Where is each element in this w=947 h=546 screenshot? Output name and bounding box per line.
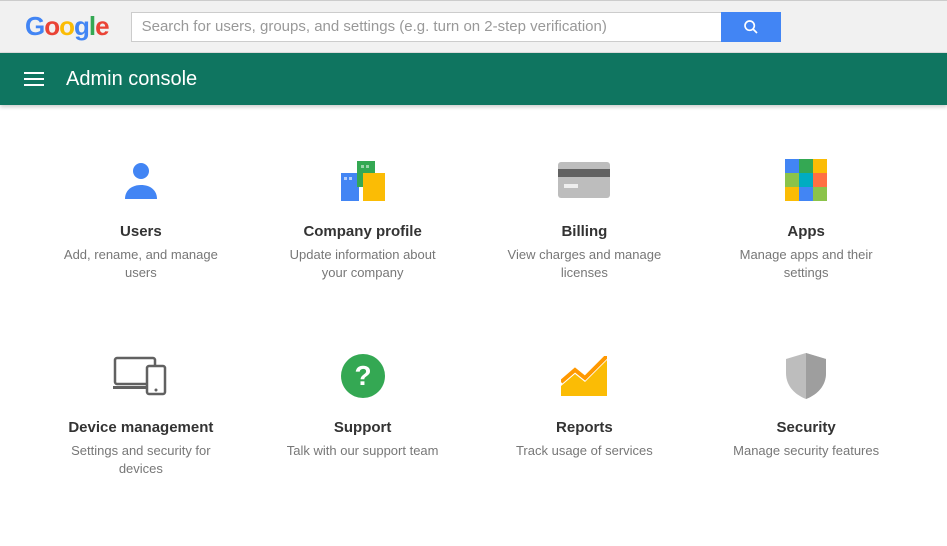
search-input[interactable] <box>131 12 721 42</box>
credit-card-icon <box>558 155 610 205</box>
card-title: Billing <box>561 223 607 240</box>
shield-icon <box>786 351 826 401</box>
card-users[interactable]: Users Add, rename, and manage users <box>40 155 242 281</box>
chart-icon <box>561 351 607 401</box>
card-title: Apps <box>787 223 825 240</box>
users-icon <box>120 155 162 205</box>
card-desc: Manage security features <box>733 442 879 460</box>
card-company-profile[interactable]: Company profile Update information about… <box>262 155 464 281</box>
svg-text:?: ? <box>354 360 371 391</box>
card-desc: Update information about your company <box>278 246 448 281</box>
card-desc: Add, rename, and manage users <box>56 246 226 281</box>
card-desc: Track usage of services <box>516 442 653 460</box>
buildings-icon <box>339 155 387 205</box>
card-title: Device management <box>68 419 213 436</box>
apps-grid-icon <box>785 155 827 205</box>
card-title: Users <box>120 223 162 240</box>
dashboard-grid: Users Add, rename, and manage users Comp… <box>0 105 947 507</box>
card-billing[interactable]: Billing View charges and manage licenses <box>484 155 686 281</box>
card-reports[interactable]: Reports Track usage of services <box>484 351 686 477</box>
card-desc: View charges and manage licenses <box>499 246 669 281</box>
card-apps[interactable]: Apps Manage apps and their settings <box>705 155 907 281</box>
nav-bar: Admin console <box>0 53 947 105</box>
devices-icon <box>113 351 169 401</box>
card-device-management[interactable]: Device management Settings and security … <box>40 351 242 477</box>
search-wrap <box>131 12 781 42</box>
page-title: Admin console <box>66 68 197 91</box>
card-title: Security <box>777 419 836 436</box>
card-support[interactable]: ? Support Talk with our support team <box>262 351 464 477</box>
card-security[interactable]: Security Manage security features <box>705 351 907 477</box>
google-logo[interactable]: Google <box>25 11 109 42</box>
card-desc: Manage apps and their settings <box>721 246 891 281</box>
search-icon <box>743 19 759 35</box>
top-bar: Google <box>0 0 947 53</box>
card-title: Support <box>334 419 392 436</box>
card-desc: Settings and security for devices <box>56 442 226 477</box>
card-desc: Talk with our support team <box>287 442 439 460</box>
card-title: Reports <box>556 419 613 436</box>
menu-icon[interactable] <box>24 72 44 86</box>
search-button[interactable] <box>721 12 781 42</box>
card-title: Company profile <box>303 223 421 240</box>
help-icon: ? <box>341 351 385 401</box>
